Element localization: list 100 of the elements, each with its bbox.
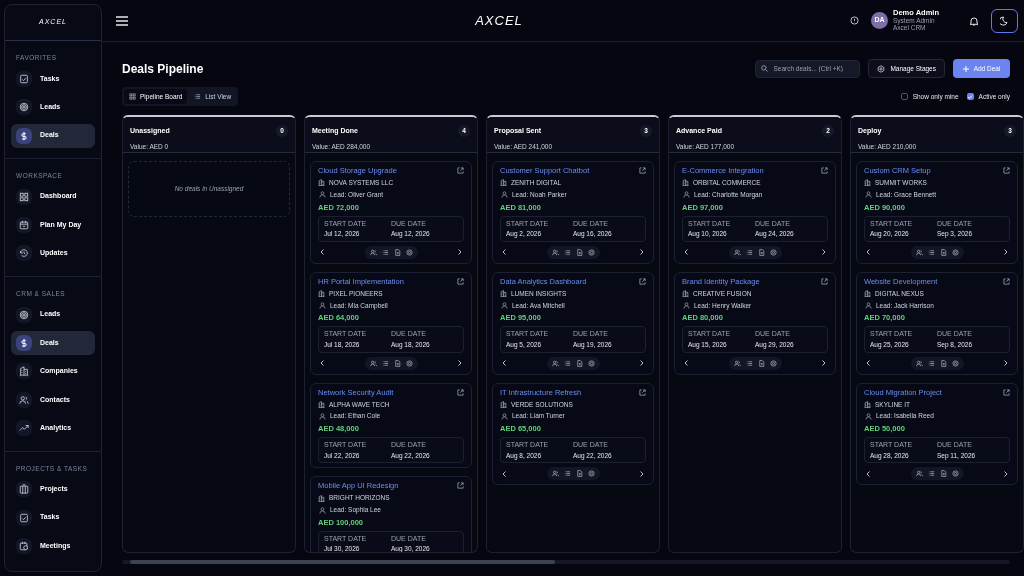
external-link-icon[interactable] [639, 388, 646, 396]
target-icon[interactable] [405, 359, 413, 367]
next-icon[interactable] [821, 249, 826, 256]
external-link-icon[interactable] [457, 277, 464, 285]
document-icon[interactable] [575, 359, 583, 367]
document-icon[interactable] [757, 248, 765, 256]
page-title: Deals Pipeline [122, 60, 205, 78]
user-group-icon[interactable] [551, 470, 559, 478]
user-group-icon[interactable] [915, 248, 923, 256]
previous-icon[interactable] [320, 249, 325, 256]
building-icon [318, 290, 325, 298]
next-icon[interactable] [639, 360, 644, 367]
bell-icon[interactable] [969, 15, 979, 26]
person-icon [865, 412, 872, 420]
calendar-icon [19, 220, 29, 231]
user-group-icon[interactable] [733, 359, 741, 367]
clipboard-check-icon [19, 73, 29, 84]
external-link-icon[interactable] [639, 167, 646, 174]
external-link-icon[interactable] [1003, 388, 1010, 396]
external-link-icon[interactable] [639, 277, 646, 285]
user-group-icon[interactable] [733, 248, 741, 256]
previous-icon[interactable] [502, 470, 507, 477]
app-logo[interactable]: AXCEL [475, 10, 523, 31]
next-icon[interactable] [457, 360, 462, 367]
person-icon [501, 301, 508, 309]
checkbox[interactable] [900, 93, 908, 100]
target-icon[interactable] [587, 359, 595, 367]
help-icon[interactable] [850, 16, 859, 25]
previous-icon[interactable] [684, 249, 689, 256]
list-icon[interactable] [927, 248, 935, 256]
external-link-icon[interactable] [457, 388, 464, 396]
previous-icon[interactable] [866, 470, 871, 477]
list-icon[interactable] [927, 359, 935, 367]
next-icon[interactable] [639, 249, 644, 256]
target-icon[interactable] [951, 359, 959, 367]
previous-icon[interactable] [502, 249, 507, 256]
target-icon[interactable] [951, 248, 959, 256]
next-icon[interactable] [639, 470, 644, 477]
next-icon[interactable] [1003, 360, 1008, 367]
target-icon[interactable] [769, 359, 777, 367]
list-icon[interactable] [745, 359, 753, 367]
previous-icon[interactable] [502, 360, 507, 367]
previous-icon[interactable] [684, 360, 689, 367]
user-group-icon[interactable] [551, 359, 559, 367]
next-icon[interactable] [1003, 249, 1008, 256]
list-icon[interactable] [927, 470, 935, 478]
building-icon [864, 400, 871, 408]
external-link-icon[interactable] [457, 482, 464, 490]
building-icon [318, 494, 325, 502]
user-group-icon[interactable] [369, 359, 377, 367]
user-group-icon[interactable] [369, 248, 377, 256]
menu-icon[interactable] [116, 15, 128, 26]
external-link-icon[interactable] [821, 277, 828, 285]
previous-icon[interactable] [866, 249, 871, 256]
next-icon[interactable] [1003, 470, 1008, 477]
document-icon[interactable] [575, 248, 583, 256]
person-icon [319, 301, 326, 309]
document-icon[interactable] [939, 470, 947, 478]
list-icon[interactable] [381, 359, 389, 367]
building-icon [864, 290, 871, 298]
building-icon [318, 179, 325, 187]
document-icon[interactable] [939, 248, 947, 256]
building-icon [864, 179, 871, 187]
list-icon[interactable] [563, 359, 571, 367]
target-icon[interactable] [769, 248, 777, 256]
target-icon[interactable] [587, 248, 595, 256]
user-group-icon[interactable] [551, 248, 559, 256]
plus-icon [962, 65, 969, 72]
document-icon[interactable] [393, 359, 401, 367]
user-group-icon[interactable] [915, 359, 923, 367]
external-link-icon[interactable] [1003, 277, 1010, 285]
external-link-icon[interactable] [821, 167, 828, 174]
target-icon[interactable] [951, 470, 959, 478]
horizontal-scrollbar[interactable] [122, 560, 1010, 564]
history-icon [19, 248, 29, 259]
next-icon[interactable] [821, 360, 826, 367]
previous-icon[interactable] [320, 360, 325, 367]
person-icon [865, 191, 872, 199]
list-icon[interactable] [745, 248, 753, 256]
theme-toggle-button[interactable] [991, 8, 1018, 33]
person-icon [683, 191, 690, 199]
user-group-icon[interactable] [915, 470, 923, 478]
document-icon[interactable] [393, 248, 401, 256]
moon-icon [999, 15, 1010, 26]
building-icon [500, 400, 507, 408]
previous-icon[interactable] [866, 360, 871, 367]
list-icon[interactable] [381, 248, 389, 256]
next-icon[interactable] [457, 249, 462, 256]
document-icon[interactable] [939, 359, 947, 367]
target-icon[interactable] [587, 470, 595, 478]
person-icon [319, 191, 326, 199]
external-link-icon[interactable] [1003, 167, 1010, 174]
document-icon[interactable] [575, 470, 583, 478]
target-icon [19, 309, 29, 320]
external-link-icon[interactable] [457, 167, 464, 174]
list-icon[interactable] [563, 470, 571, 478]
document-icon[interactable] [757, 359, 765, 367]
list-icon[interactable] [563, 248, 571, 256]
target-icon[interactable] [405, 248, 413, 256]
cube-icon [877, 64, 886, 73]
